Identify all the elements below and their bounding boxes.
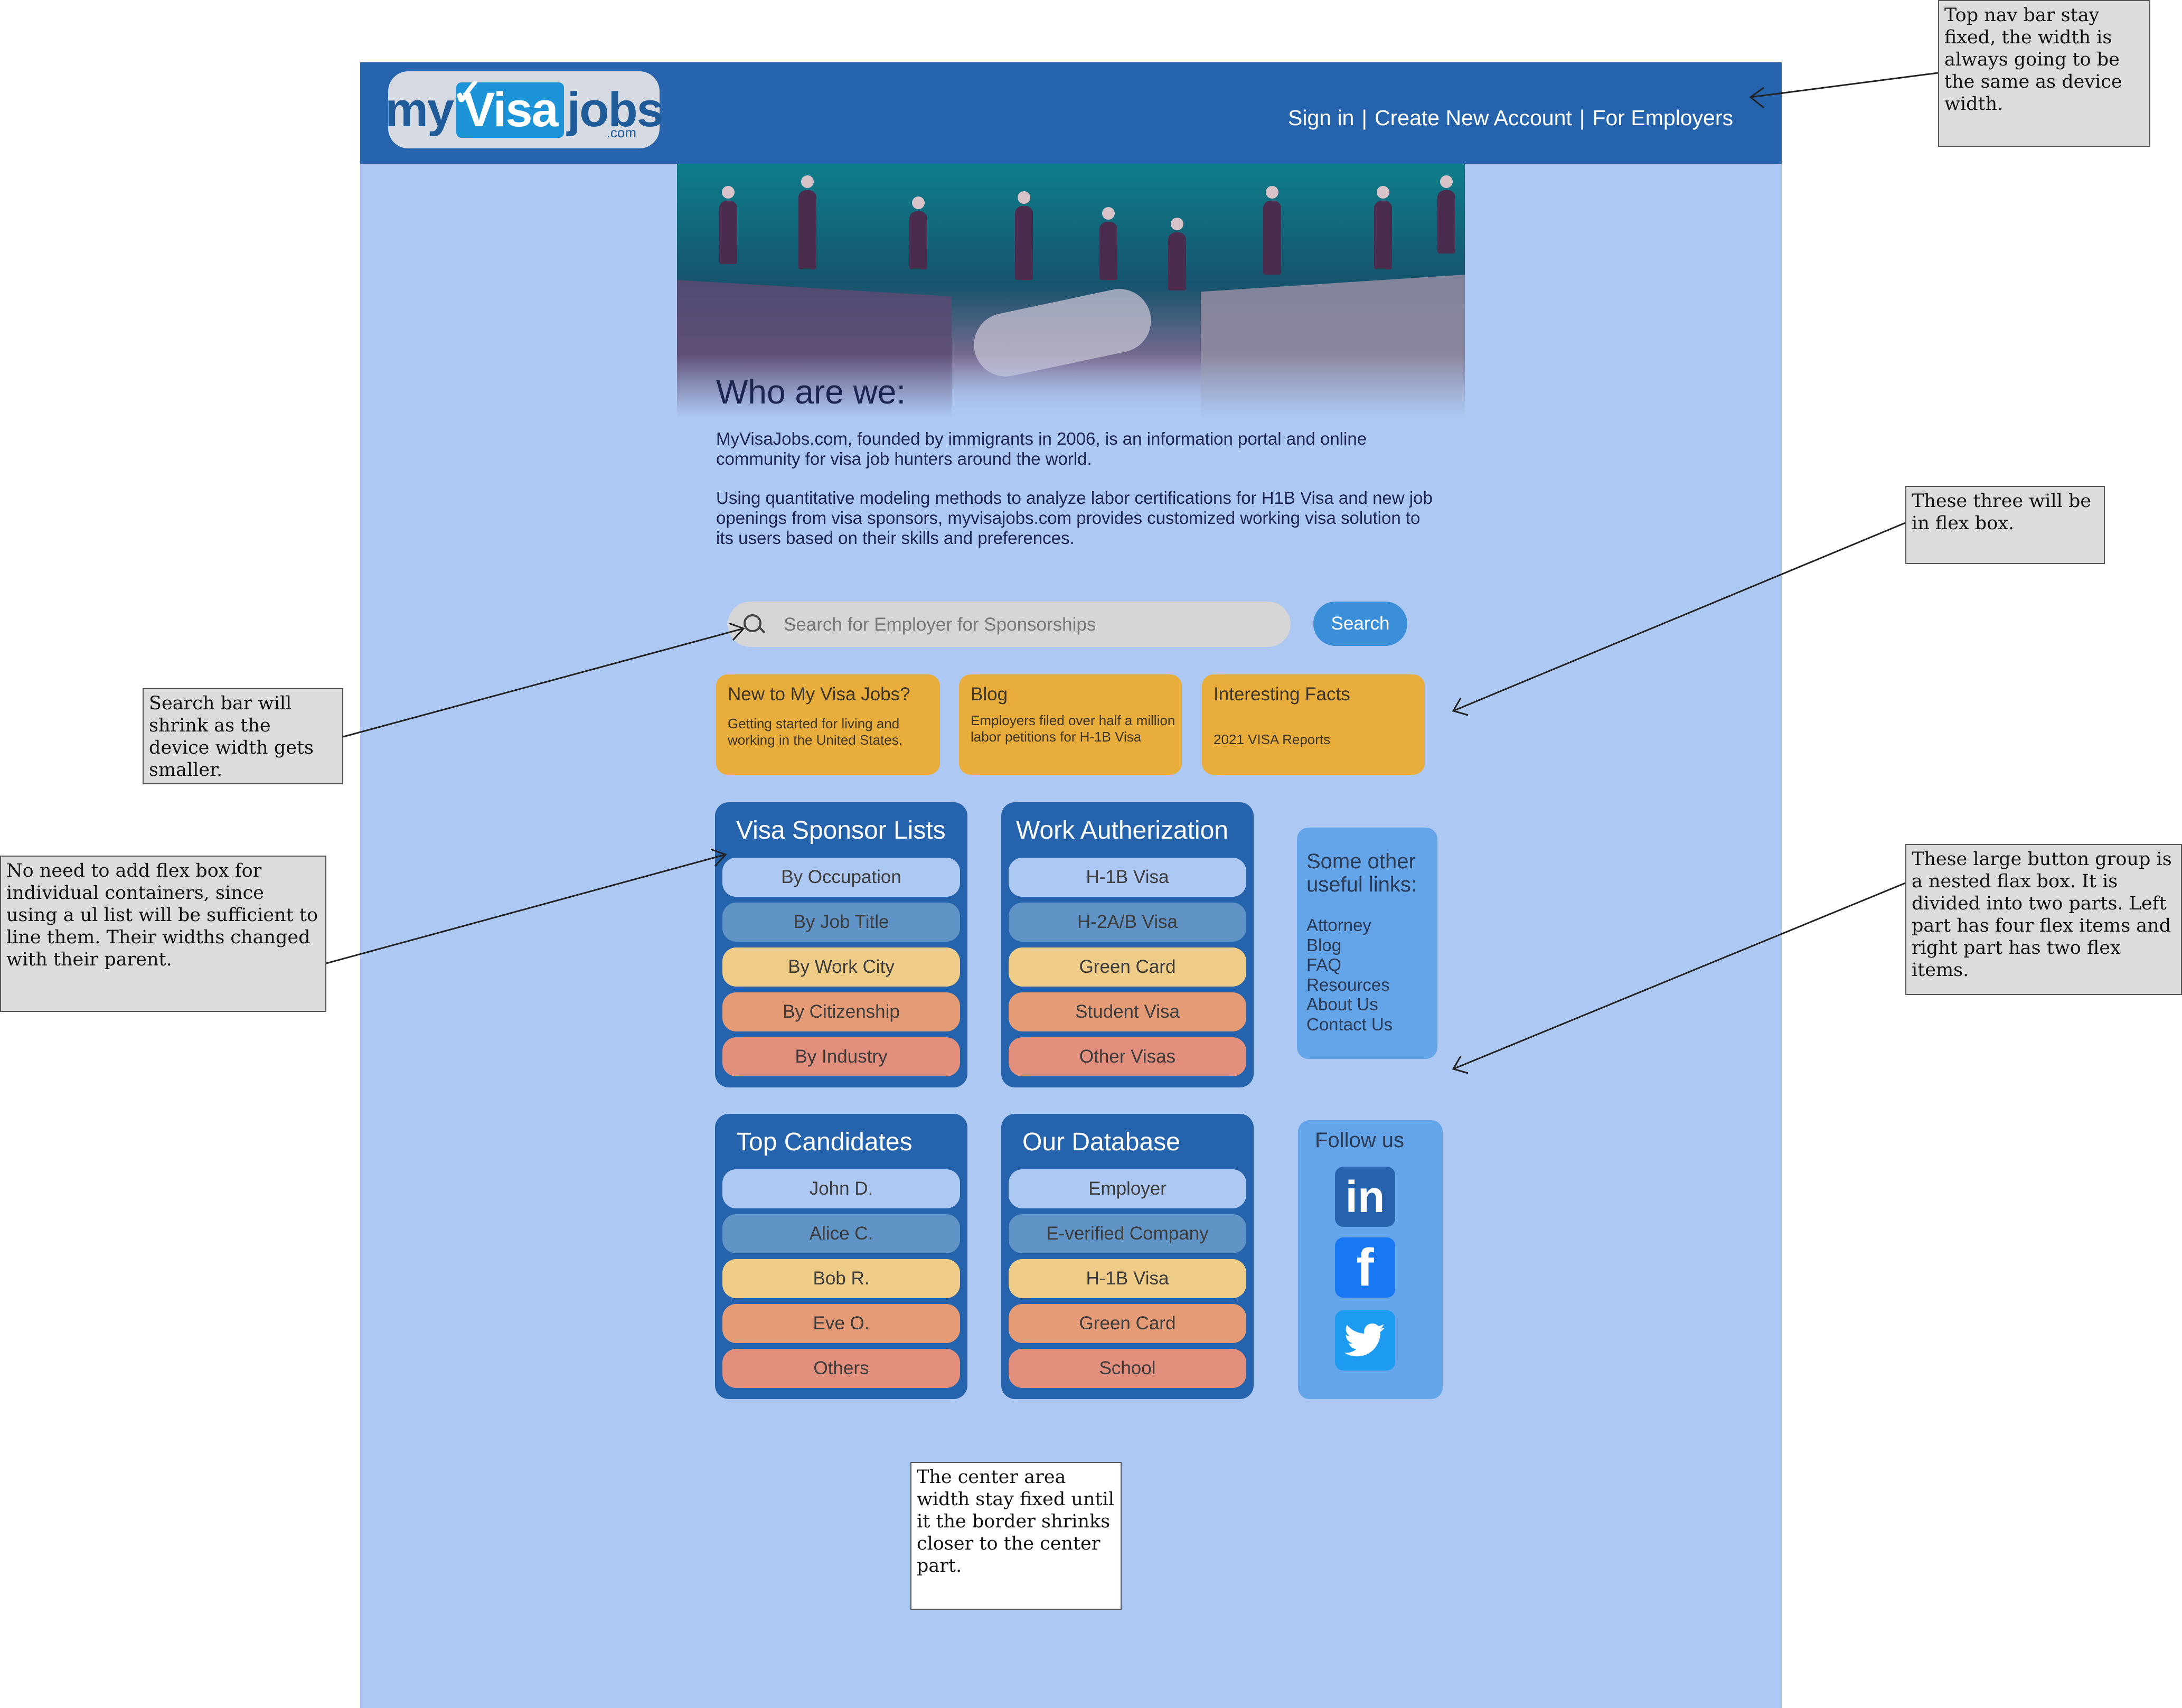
arrow-head xyxy=(1452,1056,1469,1074)
arrow-line xyxy=(1750,72,1939,98)
arrow-head xyxy=(1452,698,1469,716)
arrow-line xyxy=(343,627,744,738)
arrow-line xyxy=(1453,522,1906,712)
arrow-line xyxy=(1453,882,1906,1070)
annotation-arrows xyxy=(326,72,1939,1074)
arrow-line xyxy=(326,853,726,964)
